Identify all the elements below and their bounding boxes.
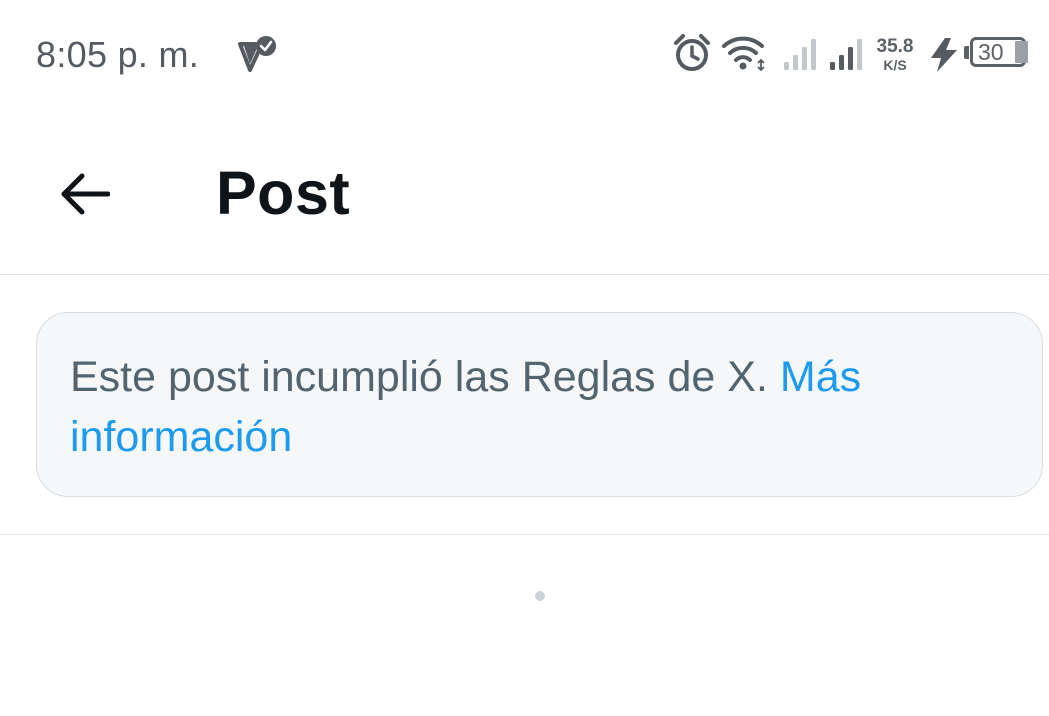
rule-violation-notice: Este post incumplió las Reglas de X. Más… — [36, 312, 1043, 497]
battery-icon: 30 — [964, 37, 1032, 71]
status-bar: 8:05 p. m. 35.8 K/S 30 — [0, 0, 1049, 110]
header: Post — [0, 110, 1049, 275]
divider — [0, 534, 1049, 535]
status-time: 8:05 p. m. — [36, 34, 200, 75]
notice-text: Este post incumplió las Reglas de X. — [70, 353, 768, 401]
battery-fill — [1015, 41, 1028, 63]
arrow-left-icon — [61, 173, 110, 215]
wifi-icon — [721, 34, 767, 72]
notice-message: Este post incumplió las Reglas de X. Más… — [70, 347, 970, 467]
alarm-icon — [672, 33, 712, 73]
signal-icon — [782, 36, 818, 72]
network-speed-unit: K/S — [883, 57, 907, 73]
divider — [0, 274, 1049, 275]
network-speed: 35.8 K/S — [872, 37, 918, 72]
network-speed-value: 35.8 — [876, 36, 914, 57]
charging-bolt-icon — [927, 37, 961, 73]
battery-level: 30 — [978, 39, 1004, 65]
signal-icon — [828, 36, 864, 72]
battery-tip — [964, 46, 969, 59]
page-title: Post — [216, 159, 351, 227]
notification-check-icon — [238, 34, 280, 76]
loading-indicator — [535, 591, 545, 601]
back-button[interactable] — [52, 162, 116, 226]
